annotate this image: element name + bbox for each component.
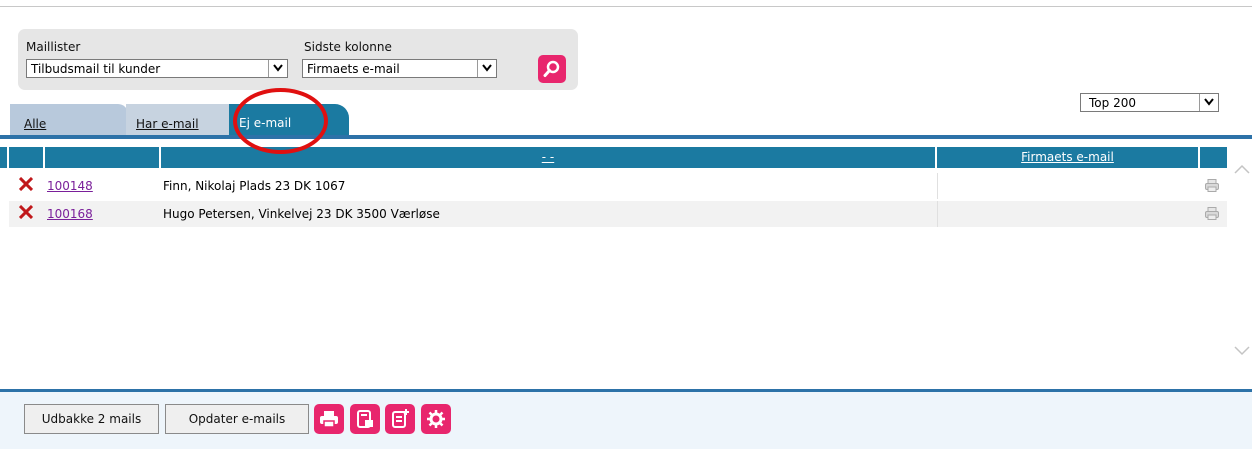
header-email-label[interactable]: Firmaets e-mail [937,150,1198,164]
tab-har-email-label: Har e-mail [136,117,199,131]
search-icon [543,60,560,77]
top-count-value: Top 200 [1089,96,1136,110]
print-icon [320,411,338,428]
top-count-select[interactable]: Top 200 [1080,93,1219,112]
maillister-value: Tilbudsmail til kunder [31,62,161,76]
scroll-up-icon[interactable] [1234,164,1250,174]
header-email-col[interactable]: Firmaets e-mail [937,147,1200,168]
tab-ej-email[interactable]: Ej e-mail [229,104,349,136]
row-id-link[interactable]: 100168 [47,207,93,221]
document-add-icon [392,409,409,428]
sidste-kolonne-label: Sidste kolonne [304,40,392,54]
document-add-button[interactable] [385,404,415,434]
chevron-down-icon[interactable] [1199,94,1218,111]
document-lock-icon [357,410,373,428]
row-address: Finn, Nikolaj Plads 23 DK 1067 [163,179,346,193]
printer-icon[interactable] [1205,179,1219,192]
sidste-kolonne-value: Firmaets e-mail [307,62,400,76]
header-action-col [1200,147,1227,168]
column-divider [937,173,938,199]
print-button[interactable] [314,404,344,434]
document-lock-button[interactable] [350,404,380,434]
tab-alle[interactable]: Alle [10,104,128,136]
header-name-label[interactable]: - - [161,150,935,164]
sidste-kolonne-select[interactable]: Firmaets e-mail [302,59,497,78]
top-divider [0,6,1252,7]
header-name-col[interactable]: - - [161,147,937,168]
scroll-down-icon[interactable] [1234,346,1250,356]
tab-alle-label: Alle [24,117,47,131]
delete-x-icon[interactable] [19,205,33,219]
row-address: Hugo Petersen, Vinkelvej 23 DK 3500 Værl… [163,207,440,221]
tab-har-email[interactable]: Har e-mail [126,104,242,136]
delete-x-icon[interactable] [19,177,33,191]
udbakke-button[interactable]: Udbakke 2 mails [24,404,159,434]
row-id-link[interactable]: 100148 [47,179,93,193]
maillister-label: Maillister [26,40,81,54]
printer-icon[interactable] [1205,207,1219,220]
table-header: - - Firmaets e-mail [9,147,1227,168]
settings-button[interactable] [421,404,451,434]
maillister-select[interactable]: Tilbudsmail til kunder [26,59,288,78]
table-row: 100148 Finn, Nikolaj Plads 23 DK 1067 [9,173,1227,199]
tab-ej-email-label: Ej e-mail [239,116,292,130]
opdater-emails-button[interactable]: Opdater e-mails [165,404,309,434]
table-stub [0,147,7,168]
column-divider [937,201,938,227]
chevron-down-icon[interactable] [477,60,496,77]
header-delete-col [9,147,45,168]
table-row: 100168 Hugo Petersen, Vinkelvej 23 DK 35… [9,201,1227,227]
gear-icon [427,410,445,428]
tabs-divider [0,135,1252,139]
chevron-down-icon[interactable] [268,60,287,77]
header-id-col [45,147,161,168]
search-button[interactable] [538,55,566,83]
